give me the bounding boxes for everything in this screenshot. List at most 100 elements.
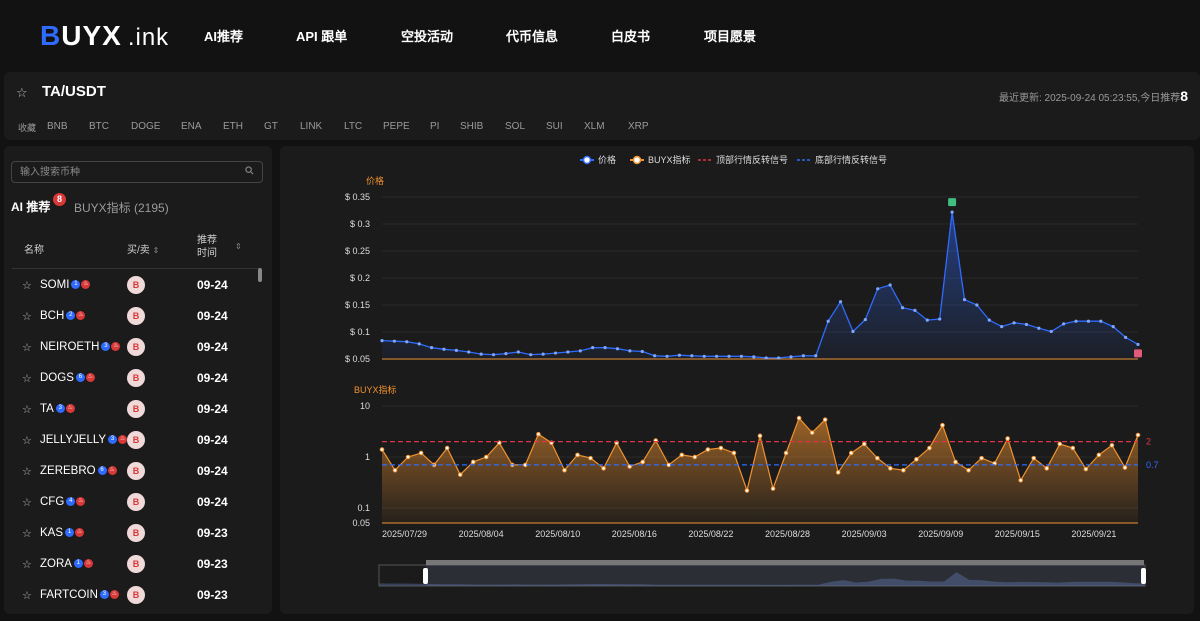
nav-airdrop[interactable]: 空投活动 (401, 26, 453, 45)
buyx-point (757, 433, 763, 439)
buyx-point (718, 445, 724, 451)
fire-icon: ♨ (81, 280, 91, 290)
buy-signal-badge[interactable]: B (127, 493, 145, 511)
list-item[interactable]: ☆ ZORA 1 ♨ B 09-23 (12, 549, 258, 579)
favorite-star-icon[interactable]: ☆ (22, 341, 32, 354)
favorite-star-icon[interactable]: ☆ (22, 558, 32, 571)
price-point (392, 339, 396, 343)
favorite-star-icon[interactable]: ☆ (22, 496, 32, 509)
coin-tab-ena[interactable]: ENA (181, 121, 202, 132)
buy-signal-badge[interactable]: B (127, 524, 145, 542)
favorite-star-icon[interactable]: ☆ (22, 372, 32, 385)
search-input[interactable] (11, 161, 263, 183)
coin-tab-doge[interactable]: DOGE (131, 121, 160, 132)
sort-icon[interactable]: ⇕ (235, 242, 242, 251)
coin-tab-shib[interactable]: SHIB (460, 121, 483, 132)
legend-label: 底部行情反转信号 (815, 154, 887, 165)
coin-tab-bnb[interactable]: BNB (47, 121, 68, 132)
search-icon[interactable] (245, 166, 254, 175)
nav-whitepaper[interactable]: 白皮书 (611, 26, 650, 45)
price-point (962, 298, 967, 302)
col-header-time[interactable]: 推荐时间 (197, 234, 225, 260)
buy-signal-badge[interactable]: B (127, 369, 145, 387)
price-point (380, 339, 384, 343)
buyx-point (588, 455, 593, 461)
price-point (838, 300, 843, 304)
price-point (516, 350, 520, 354)
coin-tab-btc[interactable]: BTC (89, 121, 109, 132)
coin-tab-pi[interactable]: PI (430, 121, 439, 132)
coin-tab-xrp[interactable]: XRP (628, 121, 649, 132)
buy-signal-badge[interactable]: B (127, 400, 145, 418)
buyx-point (1018, 477, 1023, 483)
buyx-point (483, 454, 489, 460)
favorite-star-icon[interactable]: ☆ (22, 403, 32, 416)
list-item[interactable]: ☆ ZEREBRO 6 ♨ B 09-24 (12, 456, 258, 486)
favorite-star-icon[interactable]: ☆ (22, 527, 32, 540)
price-point (1024, 322, 1029, 327)
fire-icon: ♨ (76, 497, 86, 507)
coin-tab-xlm[interactable]: XLM (584, 121, 605, 132)
nav-vision[interactable]: 项目愿景 (704, 26, 756, 45)
coin-tab-pepe[interactable]: PEPE (383, 121, 410, 132)
scrollbar[interactable] (258, 268, 262, 282)
buyx-point (705, 447, 711, 452)
nav-api-copy[interactable]: API 跟单 (296, 26, 347, 45)
favorite-star-icon[interactable]: ☆ (16, 85, 28, 101)
buy-signal-badge[interactable]: B (127, 555, 145, 573)
coin-tab-gt[interactable]: GT (264, 121, 278, 132)
coin-symbol: DOGS 6 ♨ (40, 372, 95, 384)
buy-signal-badge[interactable]: B (127, 431, 145, 449)
tab-buyx-indicator[interactable]: BUYX指标 (2195) (74, 199, 169, 216)
col-header-name[interactable]: 名称 (24, 241, 44, 256)
logo[interactable]: BUYX .ink (40, 20, 169, 52)
price-tick-label: $ 0.3 (350, 219, 370, 229)
zoom-handle-left[interactable] (423, 568, 428, 584)
last-update: 最近更新: 2025-09-24 05:23:55,今日推荐8 (999, 88, 1188, 104)
recommend-date: 09-24 (197, 402, 228, 416)
list-item[interactable]: ☆ SOMI 1 ♨ B 09-24 (12, 270, 258, 300)
buyx-point (470, 459, 476, 465)
favorite-star-icon[interactable]: ☆ (22, 589, 32, 602)
favorite-star-icon[interactable]: ☆ (22, 279, 32, 292)
fire-icon: ♨ (75, 528, 85, 538)
buy-signal-badge[interactable]: B (127, 276, 145, 294)
coin-symbol: JELLYJELLY 3 ♨ (40, 434, 128, 446)
buy-signal-badge[interactable]: B (127, 338, 145, 356)
price-axis-title: 价格 (366, 175, 384, 186)
buy-signal-badge[interactable]: B (127, 586, 145, 604)
price-point (405, 340, 409, 344)
buy-signal-badge[interactable]: B (127, 307, 145, 325)
top-signal-marker (948, 198, 957, 207)
favorite-star-icon[interactable]: ☆ (22, 465, 32, 478)
buy-signal-badge[interactable]: B (127, 462, 145, 480)
favorite-star-icon[interactable]: ☆ (22, 434, 32, 447)
favorite-star-icon[interactable]: ☆ (22, 310, 32, 323)
nav-ai-recommend[interactable]: AI推荐 (204, 26, 243, 45)
list-item[interactable]: ☆ DOGS 6 ♨ B 09-24 (12, 363, 258, 393)
zoom-handle-right[interactable] (1141, 568, 1146, 584)
list-item[interactable]: ☆ NEIROETH 3 ♨ B 09-24 (12, 332, 258, 362)
price-tick-label: $ 0.35 (345, 192, 370, 202)
coin-tab-link[interactable]: LINK (300, 121, 322, 132)
coin-tab-ltc[interactable]: LTC (344, 121, 362, 132)
price-tick-label: $ 0.2 (350, 273, 370, 283)
x-tick-label: 2025/08/04 (459, 529, 504, 539)
tab-ai-recommend[interactable]: AI 推荐 (11, 198, 50, 215)
list-item[interactable]: ☆ CFG 4 ♨ B 09-24 (12, 487, 258, 517)
recommend-date: 09-23 (197, 588, 228, 602)
price-point (925, 318, 929, 322)
list-item[interactable]: ☆ FARTCOIN 3 ♨ B 09-23 (12, 580, 258, 610)
nav-token-info[interactable]: 代币信息 (506, 26, 558, 45)
list-item[interactable]: ☆ BCH 2 ♨ B 09-24 (12, 301, 258, 331)
list-item[interactable]: ☆ JELLYJELLY 3 ♨ B 09-24 (12, 425, 258, 455)
coin-tab-sui[interactable]: SUI (546, 121, 563, 132)
coin-tab-sol[interactable]: SOL (505, 121, 525, 132)
buyx-point (770, 486, 776, 491)
col-header-action[interactable]: 买/卖 ⇕ (127, 241, 159, 256)
list-item[interactable]: ☆ KAS 1 ♨ B 09-23 (12, 518, 258, 548)
coin-tab-eth[interactable]: ETH (223, 121, 243, 132)
buyx-point (1122, 465, 1128, 470)
list-item[interactable]: ☆ TA 3 ♨ B 09-24 (12, 394, 258, 424)
price-point (702, 354, 706, 358)
